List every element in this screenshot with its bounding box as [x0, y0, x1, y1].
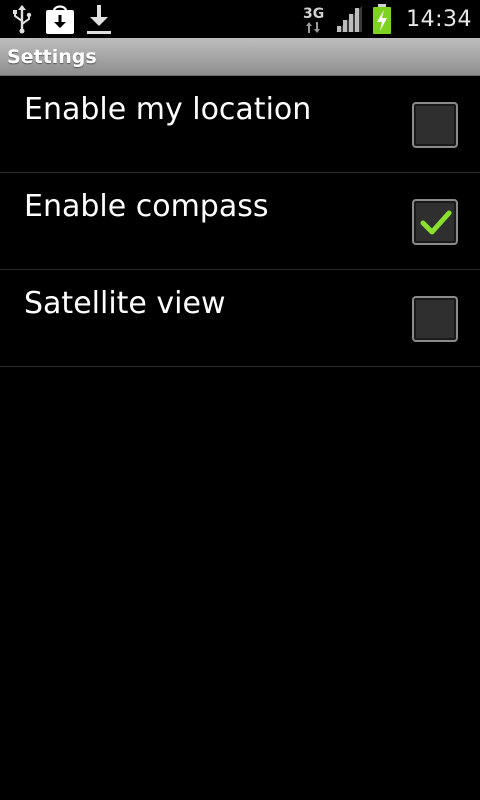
battery-charging-icon	[373, 4, 392, 34]
pref-satellite-view[interactable]: Satellite view	[0, 270, 480, 367]
enable-compass-checkbox[interactable]	[412, 199, 458, 245]
system-icons: 3G 14:34	[302, 2, 472, 36]
data-3g-icon: 3G	[303, 6, 324, 33]
store-download-icon	[46, 5, 74, 34]
pref-label: Satellite view	[24, 286, 226, 321]
pref-label: Enable compass	[24, 189, 269, 224]
status-bar: 3G 14:34	[0, 0, 480, 38]
signal-strength-icon	[336, 6, 363, 32]
page-title: Settings	[7, 46, 97, 68]
clock: 14:34	[406, 6, 472, 32]
notification-icons	[10, 3, 112, 35]
pref-enable-compass[interactable]: Enable compass	[0, 173, 480, 270]
usb-icon	[13, 5, 32, 34]
download-icon	[87, 5, 111, 34]
preference-list: Enable my location Enable compass Satell…	[0, 76, 480, 367]
checkmark-icon	[420, 210, 452, 235]
pref-enable-my-location[interactable]: Enable my location	[0, 76, 480, 173]
pref-label: Enable my location	[24, 92, 312, 127]
network-type-text: 3G	[303, 6, 324, 22]
enable-my-location-checkbox[interactable]	[412, 102, 458, 148]
satellite-view-checkbox[interactable]	[412, 296, 458, 342]
title-bar: Settings	[0, 38, 480, 76]
